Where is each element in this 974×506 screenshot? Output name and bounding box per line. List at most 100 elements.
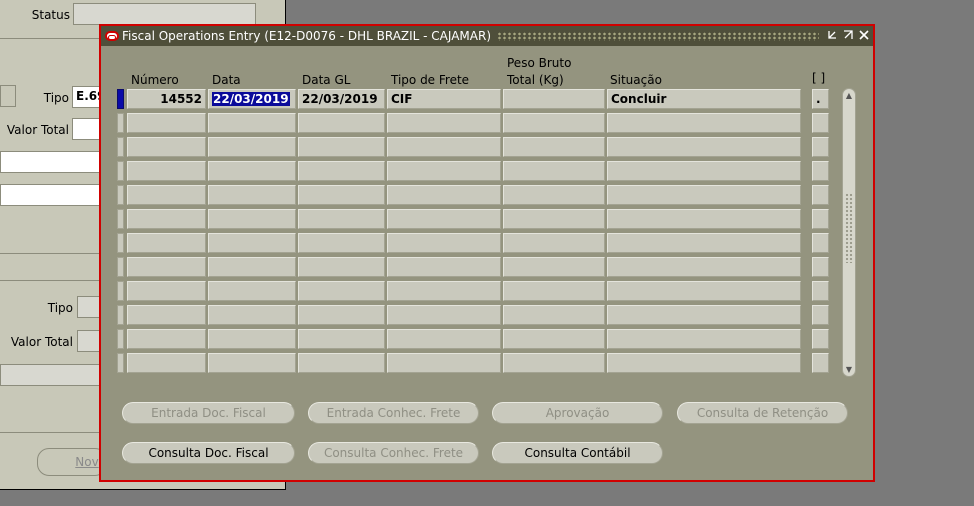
cell-numero[interactable] bbox=[127, 113, 206, 133]
text-field[interactable] bbox=[0, 184, 102, 206]
cell-flag[interactable] bbox=[812, 185, 829, 205]
cell-flag[interactable] bbox=[812, 305, 829, 325]
maximize-icon[interactable] bbox=[841, 29, 855, 43]
cell-peso[interactable] bbox=[503, 113, 605, 133]
cell-situacao[interactable] bbox=[607, 329, 801, 349]
scroll-grip[interactable] bbox=[845, 193, 853, 263]
cell-flag[interactable] bbox=[812, 137, 829, 157]
cell-flag[interactable] bbox=[812, 233, 829, 253]
cell-tipo-frete[interactable] bbox=[387, 329, 501, 349]
cell-data[interactable] bbox=[208, 113, 296, 133]
consulta-retencao-button[interactable]: Consulta de Retenção bbox=[677, 402, 848, 424]
cell-flag[interactable]: . bbox=[812, 89, 829, 109]
cell-tipo-frete[interactable] bbox=[387, 209, 501, 229]
cell-situacao[interactable] bbox=[607, 113, 801, 133]
cell-tipo-frete[interactable] bbox=[387, 233, 501, 253]
row-indicator[interactable] bbox=[117, 113, 124, 133]
status-select[interactable] bbox=[73, 3, 256, 25]
valor-total-field[interactable] bbox=[72, 118, 102, 140]
cell-data[interactable] bbox=[208, 305, 296, 325]
cell-peso[interactable] bbox=[503, 185, 605, 205]
row-indicator[interactable] bbox=[117, 353, 124, 373]
consulta-contabil-button[interactable]: Consulta Contábil bbox=[492, 442, 663, 464]
title-bar[interactable]: Fiscal Operations Entry (E12-D0076 - DHL… bbox=[101, 26, 873, 46]
cell-numero[interactable] bbox=[127, 305, 206, 325]
cell-tipo-frete[interactable] bbox=[387, 353, 501, 373]
entrada-doc-fiscal-button[interactable]: Entrada Doc. Fiscal bbox=[122, 402, 295, 424]
cell-situacao[interactable]: Concluir bbox=[607, 89, 801, 109]
cell-flag[interactable] bbox=[812, 209, 829, 229]
scroll-down-icon[interactable]: ▼ bbox=[843, 365, 855, 374]
cell-data-gl[interactable] bbox=[298, 185, 385, 205]
cell-data-gl[interactable] bbox=[298, 233, 385, 253]
cell-tipo-frete[interactable] bbox=[387, 305, 501, 325]
row-indicator[interactable] bbox=[117, 137, 124, 157]
row-indicator[interactable] bbox=[117, 209, 124, 229]
cell-flag[interactable] bbox=[812, 281, 829, 301]
cell-data-gl[interactable] bbox=[298, 329, 385, 349]
vertical-scrollbar[interactable]: ▲ ▼ bbox=[842, 88, 856, 377]
cell-numero[interactable] bbox=[127, 329, 206, 349]
cell-data-gl[interactable] bbox=[298, 161, 385, 181]
cell-data[interactable] bbox=[208, 281, 296, 301]
cell-data-gl[interactable]: 22/03/2019 bbox=[298, 89, 385, 109]
cell-flag[interactable] bbox=[812, 113, 829, 133]
cell-situacao[interactable] bbox=[607, 281, 801, 301]
cell-data[interactable] bbox=[208, 257, 296, 277]
cell-situacao[interactable] bbox=[607, 305, 801, 325]
cell-data[interactable] bbox=[208, 329, 296, 349]
cell-situacao[interactable] bbox=[607, 185, 801, 205]
minimize-icon[interactable] bbox=[825, 29, 839, 43]
cell-situacao[interactable] bbox=[607, 233, 801, 253]
cell-peso[interactable] bbox=[503, 329, 605, 349]
cell-data[interactable]: 22/03/2019 bbox=[208, 89, 296, 109]
cell-peso[interactable] bbox=[503, 89, 605, 109]
cell-data-gl[interactable] bbox=[298, 353, 385, 373]
cell-peso[interactable] bbox=[503, 233, 605, 253]
cell-peso[interactable] bbox=[503, 305, 605, 325]
cell-data-gl[interactable] bbox=[298, 257, 385, 277]
cell-tipo-frete[interactable] bbox=[387, 257, 501, 277]
row-indicator[interactable] bbox=[117, 233, 124, 253]
cell-situacao[interactable] bbox=[607, 353, 801, 373]
cell-flag[interactable] bbox=[812, 257, 829, 277]
row-indicator[interactable] bbox=[117, 257, 124, 277]
row-indicator[interactable] bbox=[117, 305, 124, 325]
text-field[interactable] bbox=[0, 151, 102, 173]
cell-situacao[interactable] bbox=[607, 209, 801, 229]
cell-peso[interactable] bbox=[503, 137, 605, 157]
cell-data[interactable] bbox=[208, 209, 296, 229]
cell-numero[interactable] bbox=[127, 353, 206, 373]
close-icon[interactable] bbox=[857, 29, 871, 43]
cell-numero[interactable] bbox=[127, 209, 206, 229]
cell-data[interactable] bbox=[208, 233, 296, 253]
cell-tipo-frete[interactable] bbox=[387, 185, 501, 205]
cell-tipo-frete[interactable] bbox=[387, 281, 501, 301]
cell-numero[interactable]: 14552 bbox=[127, 89, 206, 109]
row-indicator[interactable] bbox=[117, 161, 124, 181]
consulta-conhec-frete-button[interactable]: Consulta Conhec. Frete bbox=[308, 442, 479, 464]
cell-situacao[interactable] bbox=[607, 257, 801, 277]
cell-numero[interactable] bbox=[127, 137, 206, 157]
novo-button[interactable]: Nov bbox=[37, 448, 107, 476]
row-indicator[interactable] bbox=[117, 329, 124, 349]
cell-tipo-frete[interactable] bbox=[387, 161, 501, 181]
cell-data-gl[interactable] bbox=[298, 113, 385, 133]
cell-data-gl[interactable] bbox=[298, 305, 385, 325]
cell-data[interactable] bbox=[208, 137, 296, 157]
cell-tipo-frete[interactable] bbox=[387, 113, 501, 133]
cell-peso[interactable] bbox=[503, 353, 605, 373]
cell-peso[interactable] bbox=[503, 257, 605, 277]
cell-numero[interactable] bbox=[127, 185, 206, 205]
tipo-field[interactable]: E.69 bbox=[72, 86, 105, 108]
row-indicator[interactable] bbox=[117, 281, 124, 301]
aprovacao-button[interactable]: Aprovação bbox=[492, 402, 663, 424]
cell-data-gl[interactable] bbox=[298, 281, 385, 301]
tipo-dropdown-icon[interactable] bbox=[0, 85, 16, 107]
cell-data[interactable] bbox=[208, 161, 296, 181]
scroll-up-icon[interactable]: ▲ bbox=[843, 91, 855, 100]
cell-data[interactable] bbox=[208, 353, 296, 373]
cell-data-gl[interactable] bbox=[298, 137, 385, 157]
cell-numero[interactable] bbox=[127, 233, 206, 253]
cell-peso[interactable] bbox=[503, 209, 605, 229]
